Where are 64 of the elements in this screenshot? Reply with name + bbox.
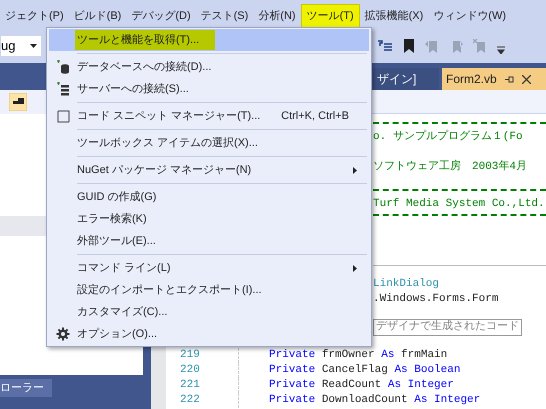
editor-tab[interactable]: Form2.vb — [442, 68, 546, 90]
menu-item[interactable]: ジェクト(P) — [0, 4, 69, 28]
line-number: 220 — [179, 363, 201, 378]
menu-item[interactable]: ツール(T) — [300, 4, 360, 28]
menu-entry-label: コマンド ライン(L) — [77, 261, 170, 276]
menu-entry-label: サーバーへの接続(S)... — [77, 82, 189, 97]
menu-entry[interactable]: 外部ツール(E)... — [49, 230, 369, 252]
menu-entry[interactable]: コマンド ライン(L) — [49, 257, 369, 279]
menu-entry-label: ツールボックス アイテムの選択(X)... — [77, 136, 258, 151]
config-combo[interactable]: ug — [0, 34, 42, 56]
code-line: LinkDialog — [373, 277, 440, 292]
code-comment: ソフトウェア工房 2003年4月 — [373, 160, 528, 175]
code-comment: Turf Media System Co.,Ltd. — [373, 197, 546, 212]
menu-entry[interactable]: ツールと機能を取得(T)... — [49, 29, 369, 51]
server-icon — [56, 82, 70, 96]
menu-entry[interactable]: NuGet パッケージ マネージャー(N) — [49, 159, 369, 181]
menu-entry[interactable]: エラー検索(K) — [49, 208, 369, 230]
menu-entry-label: オプション(O)... — [77, 326, 158, 342]
menu-entry-label: カスタマイズ(C)... — [77, 305, 168, 320]
menu-entry[interactable]: コード スニペット マネージャー(T)... Ctrl+K, Ctrl+B — [49, 105, 369, 127]
line-number: 221 — [179, 378, 201, 393]
database-icon — [56, 60, 70, 74]
menu-entry[interactable]: GUID の作成(G) — [49, 186, 369, 208]
code-line: Private CancelFlag As Boolean — [238, 363, 460, 378]
menu-item[interactable]: デバッグ(D) — [126, 4, 196, 28]
menu-entry-label: GUID の作成(G) — [77, 190, 156, 205]
editor-tab[interactable]: ザイン] — [373, 68, 439, 90]
menu-entry[interactable]: 設定のインポートとエクスポート(I)... — [49, 279, 369, 301]
menu-entry-label: 設定のインポートとエクスポート(I)... — [77, 282, 262, 298]
snippet-icon — [56, 110, 70, 122]
code-comment: o. サンプルプログラム１(Fo — [373, 130, 524, 145]
overflow-icon[interactable] — [497, 46, 505, 54]
menu-entry-label: データベースへの接続(D)... — [77, 60, 212, 75]
pin-icon[interactable] — [504, 74, 514, 84]
menu-entry[interactable]: ツールボックス アイテムの選択(X)... — [49, 132, 369, 154]
close-icon[interactable] — [522, 74, 531, 84]
collapsed-region[interactable]: デザイナで生成されたコード — [373, 319, 522, 336]
bookmark-icon[interactable] — [403, 38, 415, 52]
comment-icon[interactable] — [377, 38, 393, 52]
menu-entry[interactable]: サーバーへの接続(S)... — [49, 78, 369, 100]
menu-entry-label: 外部ツール(E)... — [77, 234, 156, 249]
menu-item[interactable]: テスト(S) — [196, 4, 254, 28]
menu-entry-label: コード スニペット マネージャー(T)... — [77, 109, 260, 124]
shortcut-label: Ctrl+K, Ctrl+B — [281, 108, 349, 124]
menu-entry-label: エラー検索(K) — [77, 212, 147, 227]
menu-item[interactable]: ウィンドウ(W) — [428, 4, 512, 28]
panel-tab[interactable]: ローラー — [0, 379, 52, 397]
caret-icon — [30, 44, 37, 48]
line-number: 219 — [179, 348, 201, 363]
menu-item[interactable]: 分析(N) — [253, 4, 301, 28]
menu-entry-label: ツールと機能を取得(T)... — [75, 30, 216, 50]
menu-entry-label: NuGet パッケージ マネージャー(N) — [77, 163, 252, 178]
code-line: .Windows.Forms.Form — [373, 292, 500, 307]
menu-entry[interactable]: カスタマイズ(C)... — [49, 301, 369, 323]
menu-entry[interactable]: オプション(O)... — [49, 323, 369, 345]
menu-item[interactable]: 拡張機能(X) — [360, 4, 428, 28]
code-line: Private ReadCount As Integer — [238, 378, 454, 393]
menu-entry[interactable]: データベースへの接続(D)... — [49, 56, 369, 78]
code-line: Private frmOwner As frmMain — [238, 348, 448, 363]
menu-item[interactable]: ビルド(B) — [68, 4, 126, 28]
code-line: Private DownloadCount As Integer — [238, 393, 480, 408]
toggle-icon[interactable] — [9, 93, 27, 111]
settings-icon — [56, 327, 70, 341]
line-number: 222 — [179, 393, 201, 408]
